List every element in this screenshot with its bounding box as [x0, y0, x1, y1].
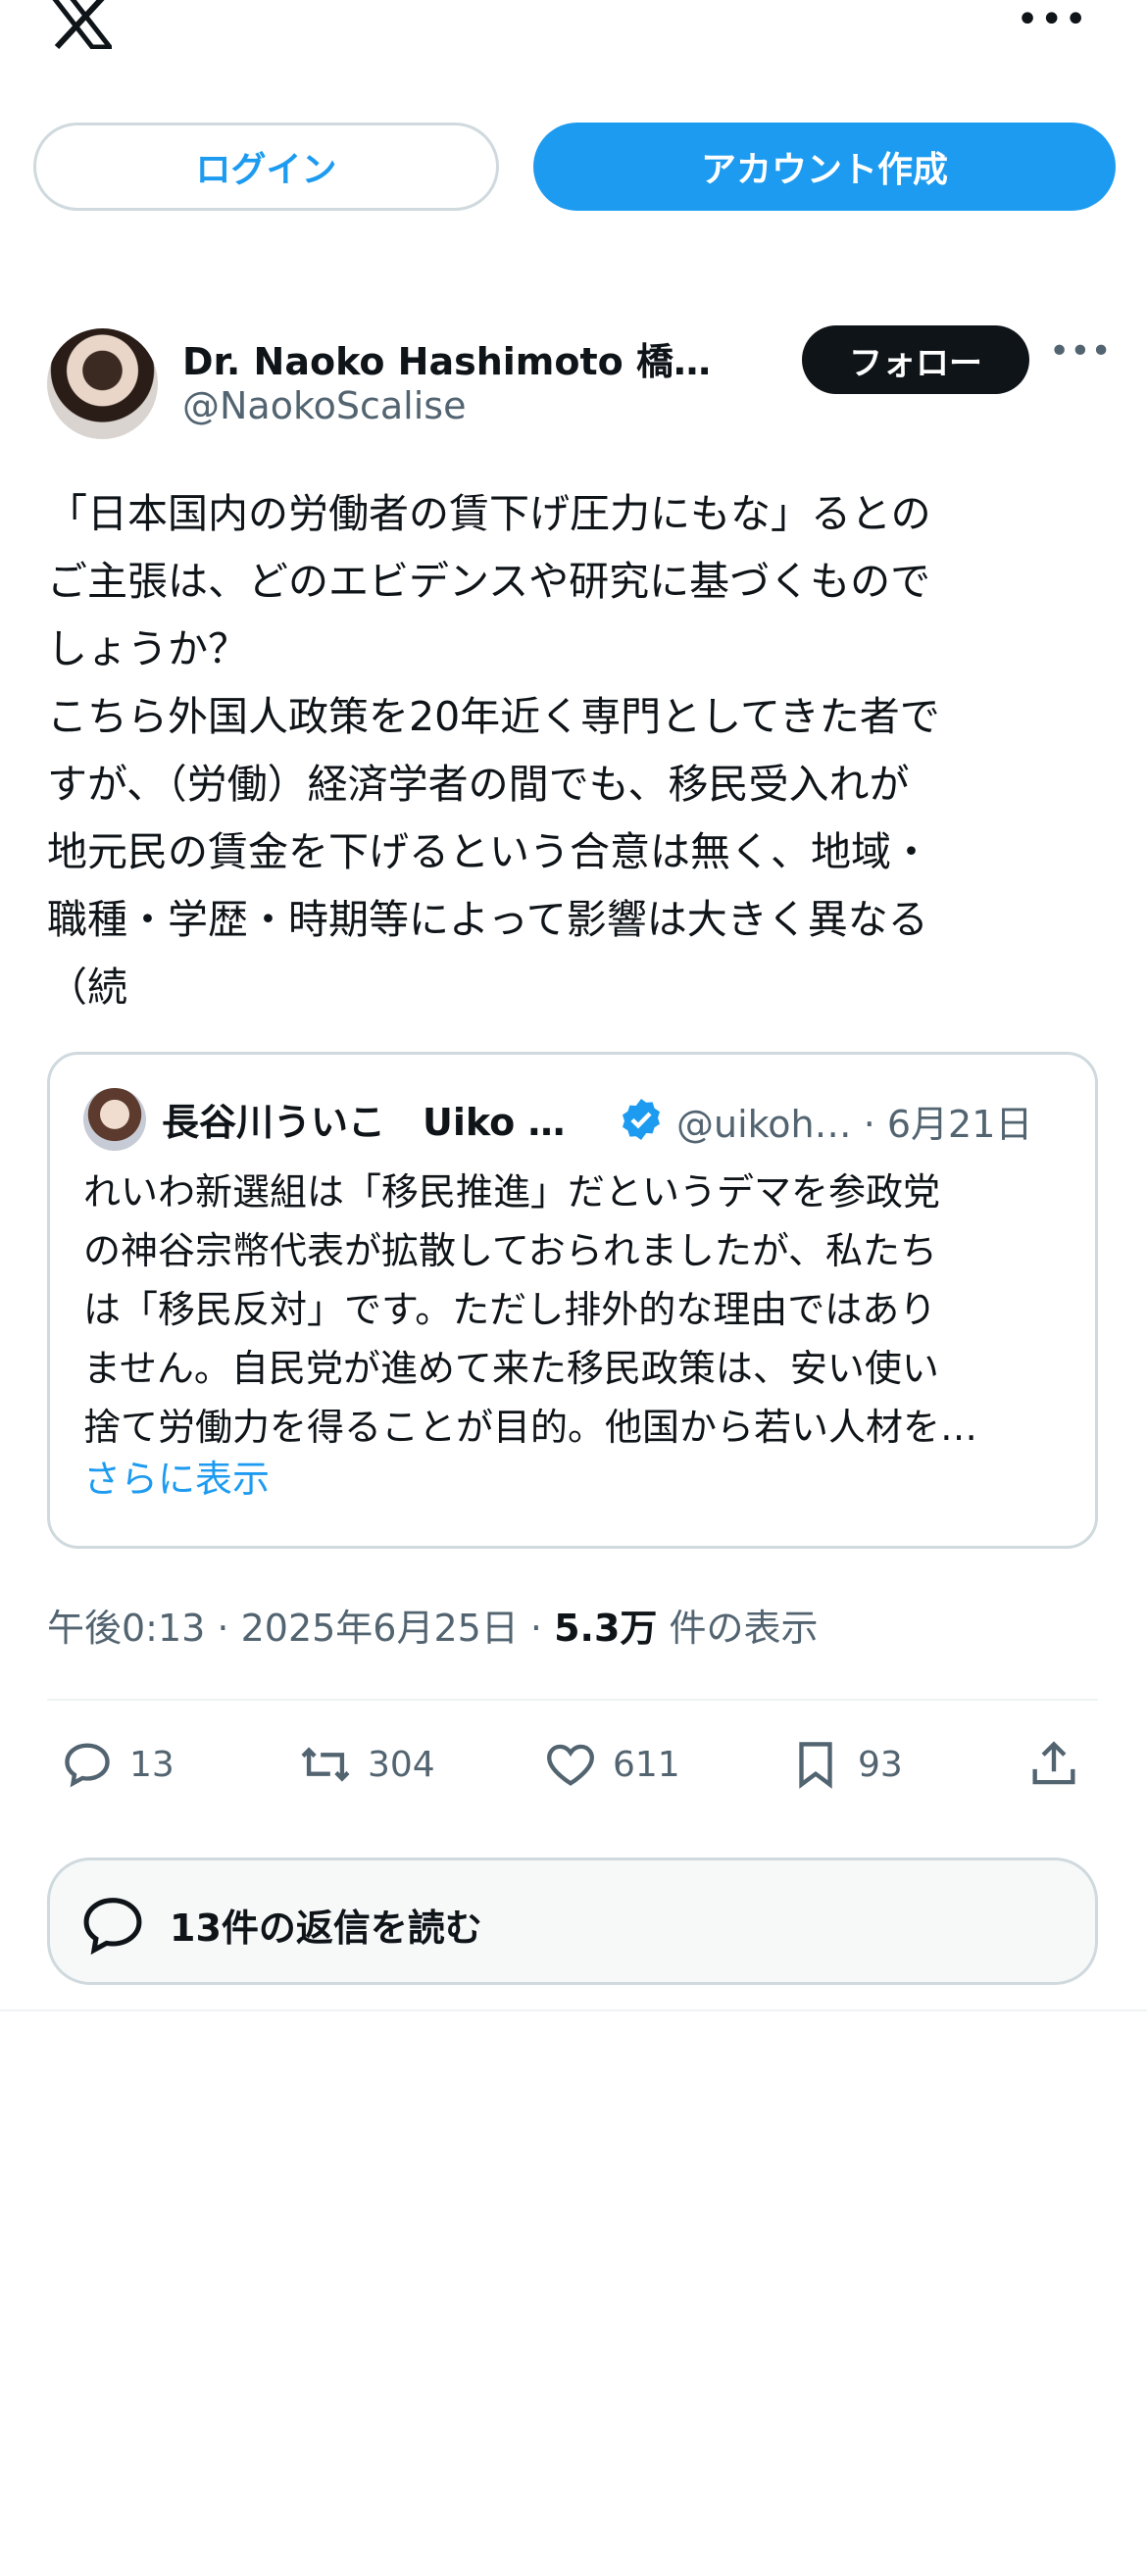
reply-bubble-icon — [83, 1898, 142, 1956]
author-avatar[interactable] — [47, 328, 158, 439]
like-count: 611 — [613, 1744, 680, 1785]
verified-badge-icon — [623, 1099, 660, 1140]
author-handle[interactable]: @NaokoScalise — [182, 384, 466, 427]
login-button[interactable]: ログイン — [33, 123, 499, 211]
quote-text-line: 捨て労働力を得ることが目的。他国から若い人材を… — [83, 1406, 978, 1449]
read-replies-button[interactable]: 13件の返信を読む — [47, 1858, 1098, 1985]
top-bar: ••• — [0, 0, 1147, 59]
tweet-actions: 13 304 611 93 — [47, 1730, 1098, 1799]
repost-icon — [301, 1747, 350, 1782]
quote-text: れいわ新選組は「移民推進」だというデマを参政党 の神谷宗幣代表が拡散しておられま… — [83, 1163, 1073, 1457]
more-menu-icon[interactable]: ••• — [1016, 0, 1088, 39]
bookmark-icon — [799, 1742, 832, 1789]
x-logo-icon[interactable] — [49, 0, 112, 49]
tweet-text: 「日本国内の労働者の賃下げ圧力にもな」るとの ご主張は、どのエビデンスや研究に基… — [47, 490, 940, 1011]
bookmark-button[interactable]: 93 — [787, 1730, 903, 1799]
author-name[interactable]: Dr. Naoko Hashimoto 橋… — [182, 331, 820, 385]
quote-avatar — [83, 1088, 146, 1151]
quote-text-line: は「移民反対」です。ただし排外的な理由ではあり — [83, 1288, 937, 1331]
auth-buttons: ログイン アカウント作成 — [33, 123, 1116, 211]
like-button[interactable]: 611 — [542, 1730, 680, 1799]
divider — [47, 1699, 1098, 1701]
heart-icon — [547, 1744, 594, 1786]
create-account-button[interactable]: アカウント作成 — [533, 123, 1116, 211]
divider — [0, 2009, 1147, 2011]
reply-count: 13 — [129, 1744, 175, 1785]
quote-author-name: 長谷川ういこ Uiko … — [162, 1101, 566, 1144]
share-icon — [1032, 1741, 1075, 1785]
quoted-tweet[interactable]: 長谷川ういこ Uiko … @uikoh… · 6月21日 れいわ新選組は「移民… — [47, 1052, 1098, 1549]
tweet-date[interactable]: 2025年6月25日 — [241, 1607, 519, 1650]
quote-text-line: れいわ新選組は「移民推進」だというデマを参政党 — [83, 1170, 941, 1214]
tweet-meta: 午後0:13 · 2025年6月25日 · 5.3万 件の表示 — [47, 1607, 819, 1650]
read-replies-label: 13件の返信を読む — [170, 1907, 482, 1950]
tweet-time[interactable]: 午後0:13 — [47, 1607, 205, 1650]
bookmark-count: 93 — [858, 1744, 903, 1785]
repost-count: 304 — [368, 1744, 435, 1785]
share-button[interactable] — [1025, 1730, 1096, 1799]
repost-button[interactable]: 304 — [297, 1730, 435, 1799]
views-label: 件の表示 — [669, 1607, 819, 1650]
quote-header: 長谷川ういこ Uiko … @uikoh… · 6月21日 — [83, 1084, 1064, 1153]
quote-text-line: ません。自民党が進めて来た移民政策は、安い使い — [83, 1347, 939, 1390]
views-count: 5.3万 — [554, 1607, 658, 1650]
reply-icon — [65, 1743, 110, 1788]
tweet-author: Dr. Naoko Hashimoto 橋… @NaokoScalise フォロ… — [47, 323, 1112, 441]
quote-handle-date: @uikoh… · 6月21日 — [676, 1103, 1033, 1146]
tweet-more-icon[interactable]: ••• — [1049, 331, 1112, 372]
show-more-link[interactable]: さらに表示 — [83, 1449, 270, 1503]
follow-button[interactable]: フォロー — [802, 325, 1029, 394]
reply-button[interactable]: 13 — [59, 1730, 175, 1799]
quote-text-line: の神谷宗幣代表が拡散しておられましたが、私たち — [83, 1229, 937, 1272]
